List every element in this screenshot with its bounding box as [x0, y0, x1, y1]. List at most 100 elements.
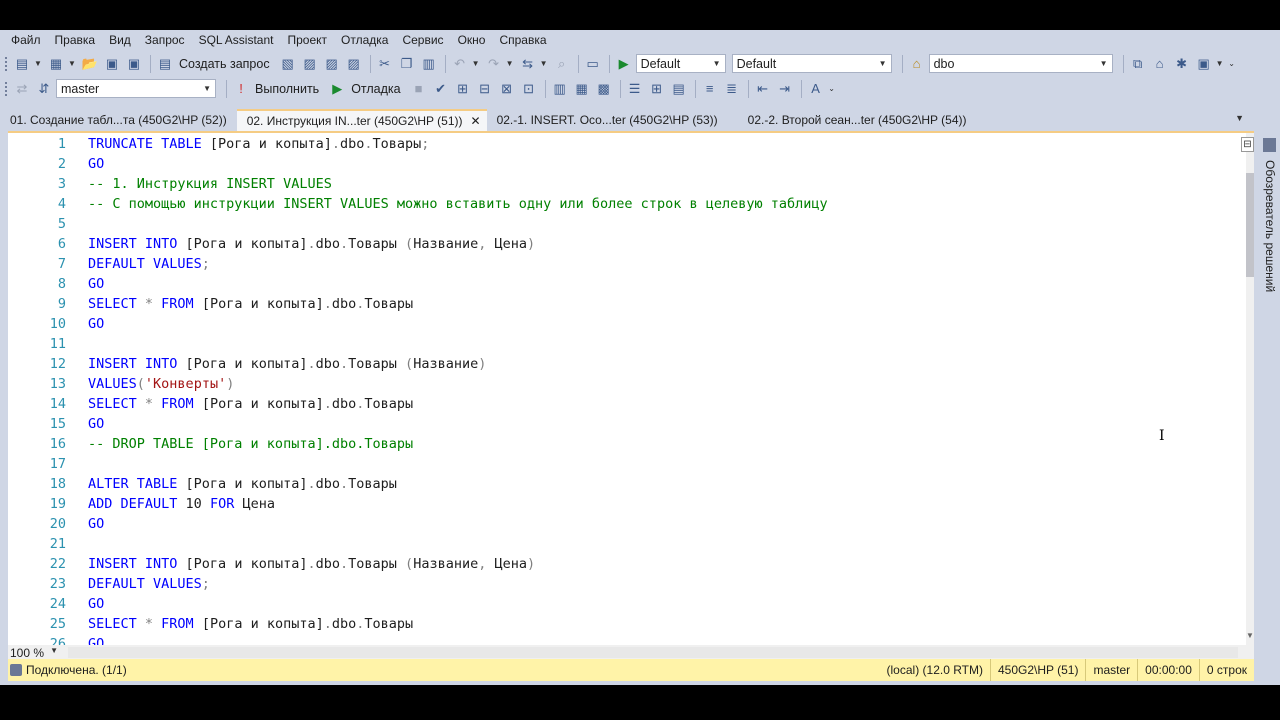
code-line[interactable]: 19 ADD DEFAULT 10 FOR Цена	[8, 494, 1236, 514]
chevron-down-icon[interactable]: ▼	[34, 54, 42, 74]
navigate-icon[interactable]: ⇆	[518, 54, 538, 74]
code-line[interactable]: 9 SELECT * FROM [Рога и копыта].dbo.Товар…	[8, 294, 1236, 314]
object-explorer-icon[interactable]: ⌂	[1150, 54, 1170, 74]
code-line[interactable]: 3 -- 1. Инструкция INSERT VALUES	[8, 174, 1236, 194]
uncomment-icon[interactable]: ≣	[722, 79, 742, 99]
chevron-down-icon[interactable]: ▼	[1216, 54, 1224, 74]
toolbar-grip[interactable]	[4, 80, 8, 97]
menu-view[interactable]: Вид	[102, 30, 138, 50]
registered-servers-icon[interactable]: ⧉	[1128, 54, 1148, 74]
debug-icon[interactable]: ▶	[327, 79, 347, 99]
code-line[interactable]: 23 DEFAULT VALUES;	[8, 574, 1236, 594]
toolbox-icon[interactable]: ▣	[1194, 54, 1214, 74]
database-select[interactable]: master ▼	[56, 79, 216, 98]
live-statistics-icon[interactable]: ▦	[572, 79, 592, 99]
code-line[interactable]: 4 -- С помощью инструкции INSERT VALUES м…	[8, 194, 1236, 214]
toolbar-overflow-icon[interactable]: ⌄	[828, 79, 836, 99]
code-line[interactable]: 12 INSERT INTO [Рога и копыта].dbo.Товары…	[8, 354, 1236, 374]
code-line[interactable]: 11	[8, 334, 1236, 354]
new-query-icon[interactable]: ▤	[155, 54, 175, 74]
include-plan-icon[interactable]: ▥	[550, 79, 570, 99]
tab-query-01[interactable]: 01. Создание табл...та (450G2\HP (52))	[0, 109, 237, 131]
stop-icon[interactable]: ■	[409, 79, 429, 99]
zoom-select[interactable]: 100 % ▼	[10, 646, 62, 660]
code-line[interactable]: 7 DEFAULT VALUES;	[8, 254, 1236, 274]
increase-indent-icon[interactable]: ⇥	[775, 79, 795, 99]
tab-query-02-1[interactable]: 02.-1. INSERT. Осо...ter (450G2\HP (53))	[487, 109, 728, 131]
results-to-file-icon[interactable]: ▤	[669, 79, 689, 99]
scroll-down-icon[interactable]: ▼	[1246, 631, 1254, 640]
debug-button[interactable]: Отладка	[351, 82, 400, 96]
vertical-scrollbar-thumb[interactable]	[1246, 173, 1254, 277]
toolbar-overflow-icon[interactable]: ⌄	[1228, 54, 1236, 74]
solution-configuration-select[interactable]: Default ▼	[635, 54, 726, 73]
mdx-query-icon[interactable]: ▨	[322, 54, 342, 74]
display-plan-icon[interactable]: ⊞	[453, 79, 473, 99]
start-icon[interactable]: ▶	[614, 54, 634, 74]
schema-select[interactable]: dbo ▼	[928, 54, 1113, 73]
code-line[interactable]: 6 INSERT INTO [Рога и копыта].dbo.Товары …	[8, 234, 1236, 254]
toolbar-grip[interactable]	[4, 55, 8, 72]
execute-icon[interactable]: !	[231, 79, 251, 99]
code-line[interactable]: 25 SELECT * FROM [Рога и копыта].dbo.Това…	[8, 614, 1236, 634]
redo-icon[interactable]: ↷	[484, 54, 504, 74]
cut-icon[interactable]: ✂	[375, 54, 395, 74]
code-line[interactable]: 16 -- DROP TABLE [Рога и копыта].dbo.Това…	[8, 434, 1236, 454]
close-icon[interactable]: ✕	[471, 114, 481, 128]
menu-query[interactable]: Запрос	[138, 30, 192, 50]
code-line[interactable]: 15 GO	[8, 414, 1236, 434]
code-line[interactable]: 26 GO	[8, 634, 1236, 645]
tab-query-02-2[interactable]: 02.-2. Второй сеан...ter (450G2\HP (54))	[738, 109, 977, 131]
query-editor[interactable]: 1 TRUNCATE TABLE [Рога и копыта].dbo.Това…	[8, 131, 1254, 645]
menu-help[interactable]: Справка	[492, 30, 553, 50]
code-line[interactable]: 24 GO	[8, 594, 1236, 614]
copy-icon[interactable]: ❐	[397, 54, 417, 74]
execute-button[interactable]: Выполнить	[255, 82, 319, 96]
code-line[interactable]: 13 VALUES('Конверты')	[8, 374, 1236, 394]
specify-values-icon[interactable]: A	[806, 79, 826, 99]
chevron-down-icon[interactable]: ▼	[506, 54, 514, 74]
code-line[interactable]: 1 TRUNCATE TABLE [Рога и копыта].dbo.Това…	[8, 134, 1236, 154]
code-lines[interactable]: 1 TRUNCATE TABLE [Рога и копыта].dbo.Това…	[8, 134, 1236, 645]
results-to-text-icon[interactable]: ☰	[625, 79, 645, 99]
change-connection-icon[interactable]: ⇵	[34, 79, 54, 99]
new-project-icon[interactable]: ▤	[12, 54, 32, 74]
find-icon[interactable]: ⌕	[552, 54, 572, 74]
code-line[interactable]: 2 GO	[8, 154, 1236, 174]
menu-tools[interactable]: Сервис	[395, 30, 450, 50]
platform-select[interactable]: Default ▼	[731, 54, 892, 73]
decrease-indent-icon[interactable]: ⇤	[753, 79, 773, 99]
code-line[interactable]: 14 SELECT * FROM [Рога и копыта].dbo.Това…	[8, 394, 1236, 414]
chevron-down-icon[interactable]: ▼	[68, 54, 76, 74]
menu-file[interactable]: Файл	[4, 30, 48, 50]
code-line[interactable]: 20 GO	[8, 514, 1236, 534]
connect-icon[interactable]: ⇄	[12, 79, 32, 99]
solution-explorer-tab[interactable]: Обозреватель решений	[1263, 160, 1277, 292]
open-folder-icon[interactable]: 📂	[80, 54, 100, 74]
chevron-down-icon[interactable]: ▼	[472, 54, 480, 74]
query-designer-icon[interactable]: ⊟	[475, 79, 495, 99]
client-statistics-icon[interactable]: ▩	[594, 79, 614, 99]
code-line[interactable]: 22 INSERT INTO [Рога и копыта].dbo.Товары…	[8, 554, 1236, 574]
db-engine-query-icon[interactable]: ▧	[278, 54, 298, 74]
code-line[interactable]: 17	[8, 454, 1236, 474]
menu-sql-assistant[interactable]: SQL Assistant	[192, 30, 281, 50]
code-line[interactable]: 18 ALTER TABLE [Рога и копыта].dbo.Товары	[8, 474, 1236, 494]
menu-project[interactable]: Проект	[281, 30, 335, 50]
paste-icon[interactable]: ▥	[419, 54, 439, 74]
chevron-down-icon[interactable]: ▼	[540, 54, 548, 74]
properties-icon[interactable]: ✱	[1172, 54, 1192, 74]
menu-edit[interactable]: Правка	[48, 30, 103, 50]
save-icon[interactable]: ▣	[102, 54, 122, 74]
horizontal-scrollbar[interactable]	[68, 647, 1238, 658]
dmx-query-icon[interactable]: ▨	[344, 54, 364, 74]
code-line[interactable]: 5	[8, 214, 1236, 234]
menu-window[interactable]: Окно	[451, 30, 493, 50]
new-query-button[interactable]: Создать запрос	[179, 57, 270, 71]
analyze-icon[interactable]: ⊠	[497, 79, 517, 99]
code-line[interactable]: 8 GO	[8, 274, 1236, 294]
analysis-query-icon[interactable]: ▨	[300, 54, 320, 74]
tab-list-dropdown-icon[interactable]: ▼	[1235, 113, 1244, 123]
add-item-icon[interactable]: ▦	[46, 54, 66, 74]
code-line[interactable]: 10 GO	[8, 314, 1236, 334]
